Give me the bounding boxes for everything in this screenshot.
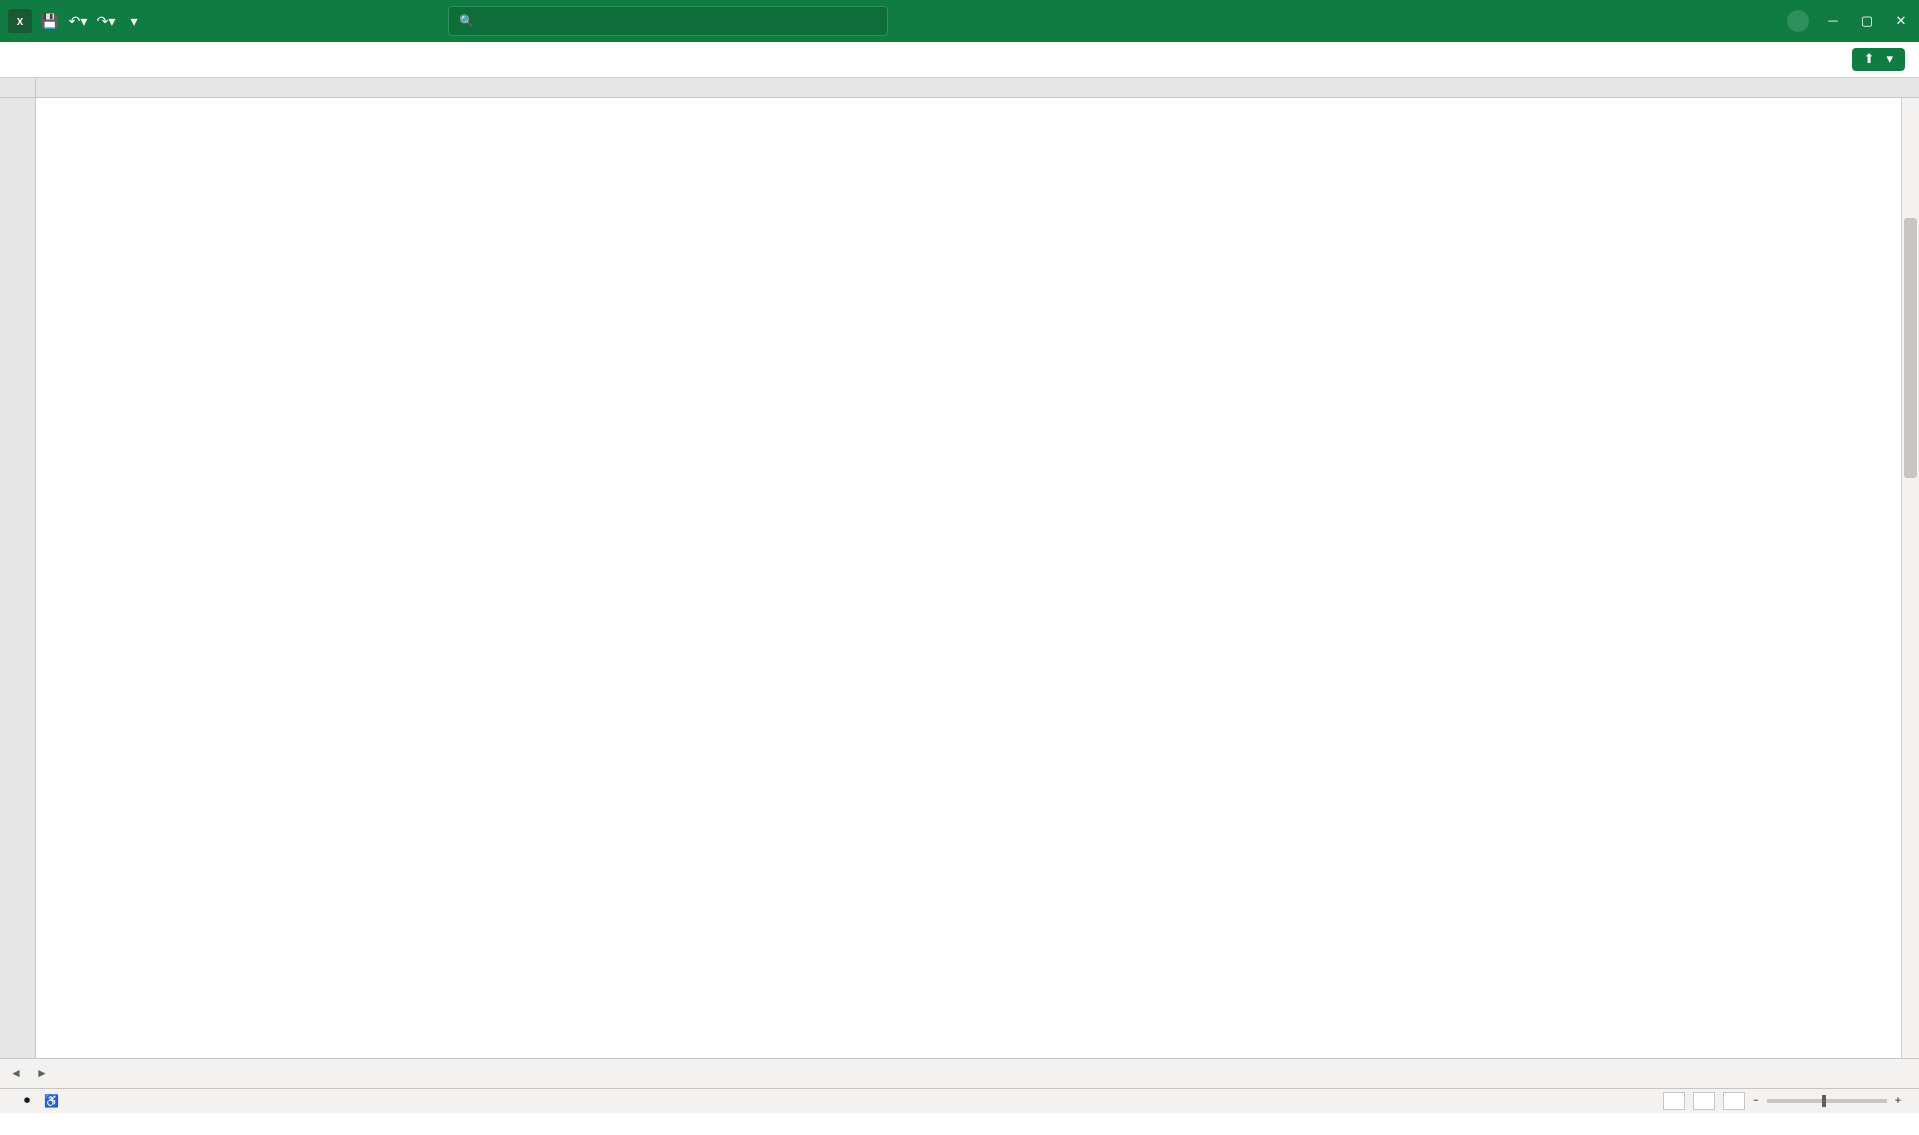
scrollbar-thumb[interactable] [1904, 218, 1917, 478]
undo-icon[interactable]: ↶▾ [68, 11, 88, 31]
excel-logo-icon: X [8, 9, 32, 33]
spreadsheet-grid[interactable] [0, 78, 1919, 1058]
ribbon-tabs: ⬆ ▾ [0, 42, 1919, 78]
row-headers [0, 98, 36, 1058]
accessibility-status[interactable]: ♿ [44, 1094, 59, 1109]
search-icon: 🔍 [459, 14, 474, 29]
vertical-scrollbar[interactable] [1901, 98, 1919, 1058]
zoom-out-icon[interactable]: − [1753, 1094, 1759, 1108]
share-button[interactable]: ⬆ ▾ [1852, 48, 1905, 71]
view-normal-icon[interactable] [1663, 1092, 1685, 1110]
save-icon[interactable]: 💾 [40, 11, 60, 31]
cells-area[interactable] [36, 98, 1919, 1058]
tab-scroll-right-icon[interactable]: ► [30, 1063, 54, 1085]
chevron-down-icon: ▾ [1886, 52, 1893, 67]
close-icon[interactable]: ✕ [1891, 11, 1911, 31]
zoom-in-icon[interactable]: + [1895, 1094, 1901, 1108]
quick-access-toolbar: X 💾 ↶▾ ↷▾ ▾ [8, 9, 144, 33]
sheet-tab-bar: ◄ ► [0, 1058, 1919, 1088]
user-avatar[interactable] [1787, 10, 1809, 32]
macro-record-icon[interactable]: ⏺ [24, 1094, 30, 1108]
maximize-icon[interactable]: ▢ [1857, 11, 1877, 31]
tab-scroll-left-icon[interactable]: ◄ [4, 1063, 28, 1085]
share-icon: ⬆ [1864, 52, 1875, 67]
status-bar: ⏺ ♿ − + [0, 1088, 1919, 1113]
accessibility-icon: ♿ [44, 1095, 59, 1109]
search-input[interactable] [482, 13, 877, 29]
title-bar: X 💾 ↶▾ ↷▾ ▾ 🔍 — ▢ ✕ [0, 0, 1919, 42]
view-page-break-icon[interactable] [1723, 1092, 1745, 1110]
redo-icon[interactable]: ↷▾ [96, 11, 116, 31]
view-page-layout-icon[interactable] [1693, 1092, 1715, 1110]
search-box[interactable]: 🔍 [448, 6, 888, 36]
select-all-corner[interactable] [0, 78, 36, 97]
qat-customize-icon[interactable]: ▾ [124, 11, 144, 31]
column-headers [0, 78, 1919, 98]
minimize-icon[interactable]: — [1823, 11, 1843, 31]
zoom-slider[interactable] [1767, 1099, 1887, 1103]
